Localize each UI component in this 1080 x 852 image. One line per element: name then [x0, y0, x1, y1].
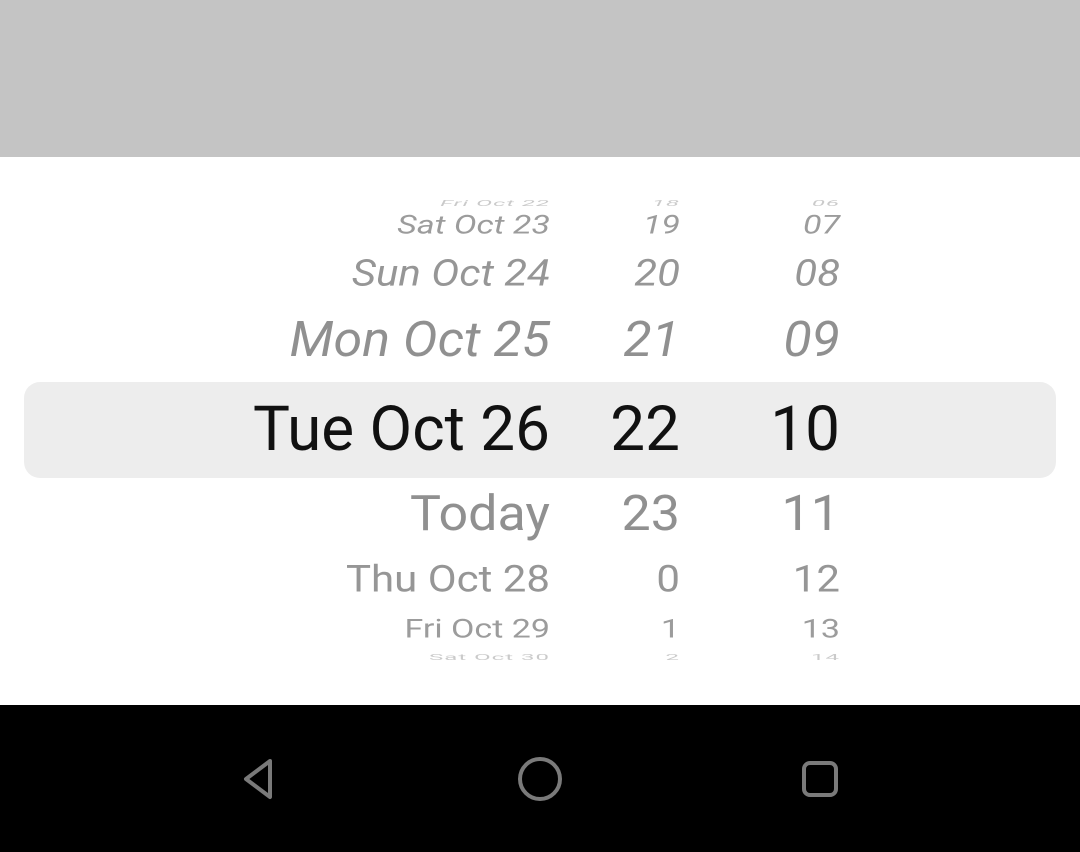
date-option[interactable]: Today [410, 485, 550, 543]
hour-option[interactable]: 0 [656, 558, 680, 601]
minute-option[interactable]: 06 [812, 198, 840, 208]
back-button[interactable] [225, 744, 295, 814]
date-option[interactable]: Sat Oct 23 [397, 210, 550, 240]
datetime-picker: Fri Oct 22 Sat Oct 23 Sun Oct 24 Mon Oct… [0, 157, 1080, 705]
date-wheel[interactable]: Fri Oct 22 Sat Oct 23 Sun Oct 24 Mon Oct… [0, 157, 560, 705]
date-option-selected[interactable]: Tue Oct 26 [253, 393, 550, 466]
hour-option[interactable]: 1 [661, 614, 680, 644]
hour-option[interactable]: 21 [623, 311, 680, 369]
minute-wheel[interactable]: 06 07 08 09 10 11 12 13 14 [710, 157, 860, 705]
home-icon [516, 755, 564, 803]
date-option[interactable]: Mon Oct 25 [290, 311, 550, 369]
minute-option[interactable]: 13 [802, 614, 840, 644]
back-icon [238, 757, 282, 801]
hour-option[interactable]: 23 [622, 485, 680, 543]
minute-option-selected[interactable]: 10 [770, 393, 840, 466]
date-option[interactable]: Thu Oct 28 [346, 558, 550, 601]
hour-wheel[interactable]: 18 19 20 21 22 23 0 1 2 [560, 157, 710, 705]
minute-option[interactable]: 14 [811, 652, 840, 662]
recent-icon [798, 757, 842, 801]
hour-option[interactable]: 19 [643, 210, 680, 240]
hour-option[interactable]: 18 [652, 198, 680, 208]
hour-option[interactable]: 20 [634, 252, 680, 295]
date-option[interactable]: Sat Oct 30 [429, 652, 550, 662]
minute-option[interactable]: 12 [793, 558, 840, 601]
minute-option[interactable]: 09 [783, 311, 840, 369]
android-navbar [0, 705, 1080, 852]
date-option[interactable]: Fri Oct 22 [440, 198, 550, 208]
hour-option-selected[interactable]: 22 [610, 393, 680, 466]
date-option[interactable]: Sun Oct 24 [352, 252, 550, 295]
home-button[interactable] [505, 744, 575, 814]
date-option[interactable]: Fri Oct 29 [404, 614, 550, 644]
backdrop-overlay[interactable] [0, 0, 1080, 157]
hour-option[interactable]: 2 [666, 652, 681, 662]
minute-option[interactable]: 07 [803, 210, 840, 240]
minute-option[interactable]: 08 [794, 252, 840, 295]
recent-apps-button[interactable] [785, 744, 855, 814]
minute-option[interactable]: 11 [782, 485, 840, 543]
